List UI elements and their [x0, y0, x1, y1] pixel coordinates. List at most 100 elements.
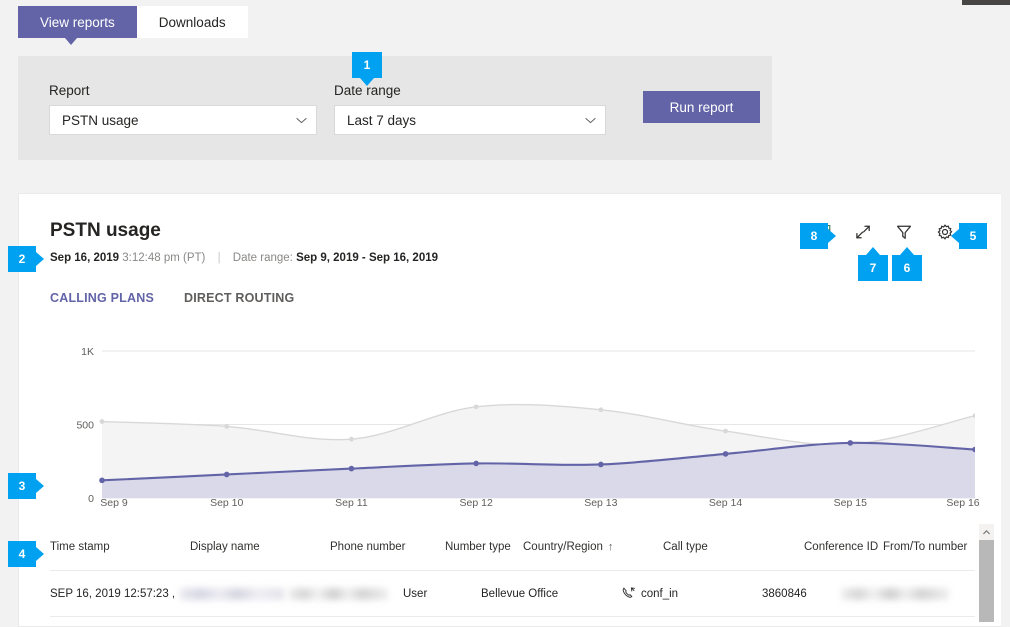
- tab-view-reports-label: View reports: [40, 15, 115, 30]
- report-label: Report: [49, 83, 317, 98]
- column-header-from-to-number[interactable]: From/To number: [883, 541, 975, 553]
- usage-area-chart: 05001K: [50, 339, 975, 504]
- cell-number-type: User: [403, 588, 481, 600]
- table-row[interactable]: SEP 16, 2019 12:57:23 , User Bellevue Of…: [50, 571, 975, 617]
- callout-1: 1: [352, 52, 382, 78]
- chevron-down-icon: [295, 114, 308, 127]
- x-axis-tick: Sep 10: [210, 497, 243, 509]
- redacted-display-name: [180, 588, 284, 600]
- column-header-display-name[interactable]: Display name: [190, 541, 330, 553]
- chart-point: [847, 440, 853, 446]
- report-card: PSTN usage Sep 16, 2019 3:12:48 pm (PT) …: [18, 193, 1004, 627]
- callout-5-label: 5: [970, 229, 977, 243]
- date-range-dash: -: [359, 252, 369, 264]
- scrollbar-thumb[interactable]: [979, 540, 994, 622]
- usage-table: Time stamp Display name Phone number Num…: [50, 524, 975, 627]
- tab-direct-routing-label: DIRECT ROUTING: [184, 291, 294, 305]
- date-range-start: Sep 9, 2019: [296, 252, 359, 264]
- date-range-select[interactable]: Last 7 days: [334, 105, 606, 135]
- generated-time: 3:12:48 pm (PT): [122, 252, 205, 264]
- x-axis-tick: Sep 16: [946, 497, 979, 509]
- report-select[interactable]: PSTN usage: [49, 105, 317, 135]
- incoming-call-icon: [621, 586, 636, 601]
- callout-4: 4: [8, 541, 36, 567]
- chart-point: [598, 462, 604, 468]
- chart-point: [100, 419, 105, 424]
- report-field: Report PSTN usage: [49, 83, 317, 135]
- tab-view-reports[interactable]: View reports: [18, 6, 137, 38]
- callout-3: 3: [8, 473, 36, 499]
- chevron-down-icon: [584, 114, 597, 127]
- cell-from-to-number: [841, 588, 951, 600]
- chart-point: [473, 461, 479, 467]
- chart-x-axis: Sep 9Sep 10Sep 11Sep 12Sep 13Sep 14Sep 1…: [50, 497, 975, 513]
- page-title: PSTN usage: [50, 220, 161, 242]
- chart-point: [99, 478, 105, 484]
- x-axis-tick: Sep 12: [460, 497, 493, 509]
- sort-ascending-icon: ↑: [608, 541, 614, 553]
- chart-point: [349, 466, 355, 472]
- cell-display-name: [180, 588, 288, 600]
- run-report-button[interactable]: Run report: [643, 91, 760, 123]
- cell-call-type-label: conf_in: [641, 588, 678, 600]
- filter-panel: Report PSTN usage Date range Last 7 days…: [18, 56, 772, 160]
- column-header-country-region-label: Country/Region: [523, 541, 603, 553]
- callout-5: 5: [959, 223, 987, 249]
- callout-4-label: 4: [19, 547, 26, 561]
- chart-point: [224, 472, 230, 478]
- callout-8-label: 8: [811, 229, 818, 243]
- column-header-call-type[interactable]: Call type: [663, 541, 804, 553]
- chart-point: [723, 451, 729, 457]
- chart-point: [723, 429, 728, 434]
- main-tabs: View reports Downloads: [18, 6, 248, 38]
- chart-point: [349, 437, 354, 442]
- cell-country-region[interactable]: Bellevue Office: [481, 588, 621, 600]
- date-range-end: Sep 16, 2019: [369, 252, 438, 264]
- report-meta: Sep 16, 2019 3:12:48 pm (PT) | Date rang…: [50, 252, 438, 264]
- right-gutter: [1001, 193, 1010, 627]
- tab-direct-routing[interactable]: DIRECT ROUTING: [184, 291, 294, 309]
- column-header-conference-id[interactable]: Conference ID: [804, 541, 883, 553]
- cell-phone-number: [288, 588, 403, 600]
- callout-2-label: 2: [19, 252, 26, 266]
- chart-point: [474, 404, 479, 409]
- tab-calling-plans[interactable]: CALLING PLANS: [50, 291, 154, 309]
- x-axis-tick: Sep 15: [834, 497, 867, 509]
- cell-call-type: conf_in: [621, 586, 762, 601]
- callout-3-label: 3: [19, 479, 26, 493]
- tab-downloads-label: Downloads: [159, 15, 226, 30]
- callout-8: 8: [800, 223, 828, 249]
- redacted-from-to-number: [841, 588, 949, 600]
- date-range-field: Date range Last 7 days: [334, 83, 606, 135]
- table-header-row: Time stamp Display name Phone number Num…: [50, 524, 975, 571]
- report-select-value: PSTN usage: [62, 113, 295, 128]
- column-header-phone-number[interactable]: Phone number: [330, 541, 445, 553]
- date-range-meta-label: Date range:: [233, 252, 293, 264]
- callout-2: 2: [8, 246, 36, 272]
- filter-icon[interactable]: [894, 222, 914, 242]
- table-vertical-scrollbar[interactable]: [979, 524, 994, 627]
- x-axis-tick: Sep 13: [584, 497, 617, 509]
- cell-conference-id: 3860846: [762, 588, 841, 600]
- chart-point: [598, 407, 603, 412]
- x-axis-tick: Sep 14: [709, 497, 742, 509]
- y-axis-tick: 500: [76, 420, 94, 432]
- fullscreen-icon[interactable]: [853, 222, 873, 242]
- y-axis-tick: 1K: [81, 346, 94, 358]
- redacted-phone-number: [288, 588, 388, 600]
- window-chrome-nub: [962, 0, 1010, 5]
- column-header-time-stamp[interactable]: Time stamp: [50, 541, 190, 553]
- column-header-number-type[interactable]: Number type: [445, 541, 523, 553]
- meta-divider: |: [218, 252, 221, 264]
- chart-point: [224, 424, 229, 429]
- column-header-country-region[interactable]: Country/Region ↑: [523, 541, 663, 553]
- callout-1-label: 1: [364, 58, 371, 72]
- tab-downloads[interactable]: Downloads: [137, 6, 248, 38]
- scroll-up-button[interactable]: [979, 524, 994, 540]
- callout-6: 6: [892, 255, 922, 281]
- callout-7-label: 7: [870, 261, 877, 275]
- x-axis-tick: Sep 11: [335, 497, 368, 509]
- date-range-select-value: Last 7 days: [347, 113, 584, 128]
- active-tab-caret-icon: [65, 38, 77, 45]
- callout-6-label: 6: [904, 261, 911, 275]
